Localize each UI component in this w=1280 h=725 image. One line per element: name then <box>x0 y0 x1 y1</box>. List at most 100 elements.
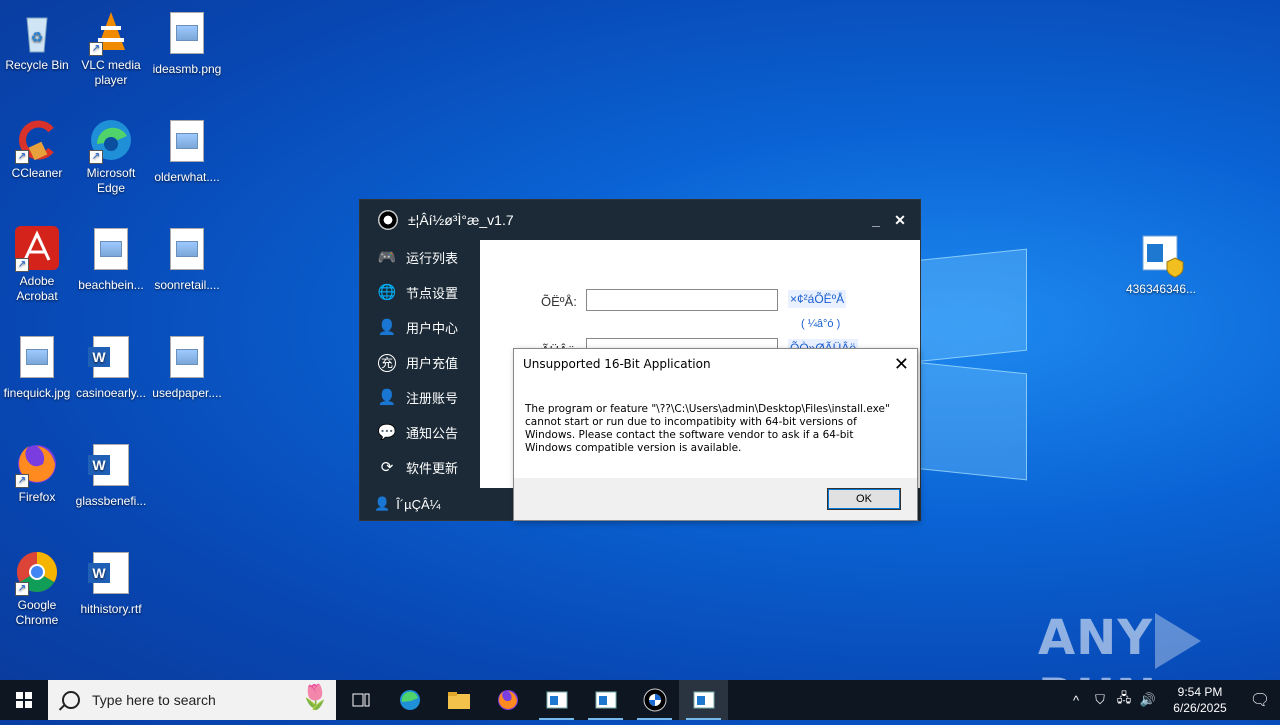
volume-icon[interactable]: 🔊 <box>1136 692 1160 708</box>
desktop-icon-label: hithistory.rtf <box>80 602 142 616</box>
svg-text:♻: ♻ <box>31 29 44 45</box>
close-button[interactable]: ✕ <box>888 212 912 229</box>
desktop-icon-label: usedpaper.... <box>152 386 222 400</box>
sidebar-item-announcements[interactable]: 💬 通知公告 <box>360 415 480 450</box>
desktop-icon-label: Microsoft Edge <box>86 166 136 195</box>
desktop-icon-label: finequick.jpg <box>3 386 71 400</box>
play-icon <box>1155 613 1202 669</box>
globe-icon: 🌐 <box>377 283 397 301</box>
app-title-bar[interactable]: ±¦Âí½ø³Ì°æ_v1.7 _ ✕ <box>360 200 920 240</box>
sidebar-item-node-settings[interactable]: 🌐 节点设置 <box>360 275 480 310</box>
file-explorer-icon <box>447 692 470 709</box>
taskbar-search[interactable]: Type here to search 🌷 <box>48 680 336 720</box>
recycle-bin-icon: ♻ <box>13 8 61 56</box>
system-tray: ^ ⛉ 🖧 🔊 9:54 PM 6/26/2025 🗨 <box>1064 680 1280 720</box>
sidebar-item-software-update[interactable]: ⟳ 软件更新 <box>360 450 480 485</box>
taskbar-firefox[interactable] <box>483 680 532 720</box>
taskbar-file-explorer[interactable] <box>434 680 483 720</box>
desktop-icon-glassbenefi[interactable]: W glassbenefi... <box>74 440 148 509</box>
defender-icon[interactable]: ⛉ <box>1088 692 1112 708</box>
sidebar-item-label: 运行列表 <box>406 251 459 266</box>
windows-icon <box>16 692 32 708</box>
desktop-icon-ccleaner[interactable]: ↗ CCleaner <box>0 116 74 181</box>
desktop-icon-casinoearly[interactable]: W casinoearly... <box>74 332 148 401</box>
taskbar-window-2[interactable] <box>581 680 630 720</box>
desktop-icon-label: Recycle Bin <box>5 58 69 72</box>
register-account-link[interactable]: ×¢²áÕËºÅ <box>788 290 847 308</box>
refresh-icon: ⟳ <box>380 458 394 476</box>
sidebar-item-recharge[interactable]: 充 用户充值 <box>360 345 480 380</box>
start-button[interactable] <box>0 680 48 720</box>
account-input[interactable] <box>586 289 778 311</box>
search-placeholder: Type here to search <box>92 692 216 708</box>
taskbar-window-3[interactable] <box>679 680 728 720</box>
window-app-icon <box>693 691 714 709</box>
dialog-message: The program or feature "\??\C:\Users\adm… <box>525 403 890 454</box>
dialog-title: Unsupported 16-Bit Application <box>523 357 711 371</box>
desktop-icon-soonretail[interactable]: soonretail.... <box>150 224 224 293</box>
desktop-icon-label: casinoearly... <box>76 386 146 400</box>
sidebar-item-register[interactable]: 👤 注册账号 <box>360 380 480 415</box>
network-icon[interactable]: 🖧 <box>1112 689 1136 711</box>
bmw-app-icon <box>643 688 666 712</box>
desktop-icon-vlc[interactable]: ↗ VLC media player <box>74 8 148 88</box>
ok-button[interactable]: OK <box>827 488 901 510</box>
user-icon: 👤 <box>377 318 397 336</box>
desktop-icon-ideasmb[interactable]: ideasmb.png <box>150 8 224 77</box>
task-view-button[interactable] <box>336 680 385 720</box>
sidebar-item-run-list[interactable]: 🎮 运行列表 <box>360 240 480 275</box>
sidebar-item-label: 用户充值 <box>406 356 459 371</box>
register-icon: 👤 <box>377 388 397 406</box>
desktop-icon-edge[interactable]: ↗ Microsoft Edge <box>74 116 148 196</box>
vlc-icon: ↗ <box>87 8 135 56</box>
desktop-icon-label: soonretail.... <box>154 278 220 292</box>
desktop-icon-label: Firefox <box>18 490 56 504</box>
sidebar-item-user-center[interactable]: 👤 用户中心 <box>360 310 480 345</box>
sidebar-item-label: 软件更新 <box>406 461 459 476</box>
word-document-icon: W <box>87 444 135 492</box>
desktop-icon-label: Adobe Acrobat <box>16 274 58 303</box>
ccleaner-icon: ↗ <box>13 116 61 164</box>
clock[interactable]: 9:54 PM 6/26/2025 <box>1160 684 1240 716</box>
image-file-icon <box>163 120 211 168</box>
dialog-close-button[interactable]: ✕ <box>894 354 909 375</box>
clock-time: 9:54 PM <box>1177 685 1223 699</box>
desktop-icon-label: 436346346... <box>1125 282 1197 296</box>
window-app-icon <box>595 691 616 709</box>
bmw-logo-icon <box>378 210 398 230</box>
desktop-icon-436346346[interactable]: 436346346... <box>1124 232 1198 297</box>
desktop-icon-firefox[interactable]: ↗ Firefox <box>0 440 74 505</box>
search-highlight-icon: 🌷 <box>300 684 330 711</box>
firefox-icon: ↗ <box>13 440 61 488</box>
desktop-icon-chrome[interactable]: ↗ Google Chrome <box>0 548 74 628</box>
notification-icon[interactable]: 🗨 <box>1240 690 1280 710</box>
taskbar-edge[interactable] <box>385 680 434 720</box>
unsupported-app-dialog: Unsupported 16-Bit Application ✕ The pro… <box>513 348 918 521</box>
desktop-icon-olderwhat[interactable]: olderwhat.... <box>150 116 224 185</box>
app-sidebar: 🎮 运行列表 🌐 节点设置 👤 用户中心 充 用户充值 👤 注册账号 💬 通知公… <box>360 240 480 488</box>
login-status: Î´µÇÂ¼ <box>396 496 441 512</box>
edge-icon: ↗ <box>87 116 135 164</box>
image-file-icon <box>13 336 61 384</box>
minimize-button[interactable]: _ <box>864 212 888 228</box>
desktop-icon-label: olderwhat.... <box>154 170 220 184</box>
desktop-icon-recycle-bin[interactable]: ♻ Recycle Bin <box>0 8 74 73</box>
small-link[interactable]: ( ¼â°ó ) <box>801 318 840 330</box>
desktop-icon-hithistory[interactable]: W hithistory.rtf <box>74 548 148 617</box>
desktop-icon-label: glassbenefi... <box>75 494 147 508</box>
window-app-icon <box>546 691 567 709</box>
desktop-icon-acrobat[interactable]: ↗ Adobe Acrobat <box>0 224 74 304</box>
sidebar-item-label: 节点设置 <box>406 286 459 301</box>
chevron-up-icon[interactable]: ^ <box>1064 693 1088 708</box>
image-file-icon <box>87 228 135 276</box>
desktop-icon-finequick[interactable]: finequick.jpg <box>0 332 74 401</box>
app-title: ±¦Âí½ø³Ì°æ_v1.7 <box>408 212 514 228</box>
taskbar-window-1[interactable] <box>532 680 581 720</box>
user-status-icon: 👤 <box>374 496 391 511</box>
taskbar-bmw-app[interactable] <box>630 680 679 720</box>
gamepad-icon: 🎮 <box>377 248 397 266</box>
chrome-icon: ↗ <box>13 548 61 596</box>
desktop-icon-usedpaper[interactable]: usedpaper.... <box>150 332 224 401</box>
desktop-icon-label: CCleaner <box>11 166 63 180</box>
desktop-icon-beachbein[interactable]: beachbein... <box>74 224 148 293</box>
